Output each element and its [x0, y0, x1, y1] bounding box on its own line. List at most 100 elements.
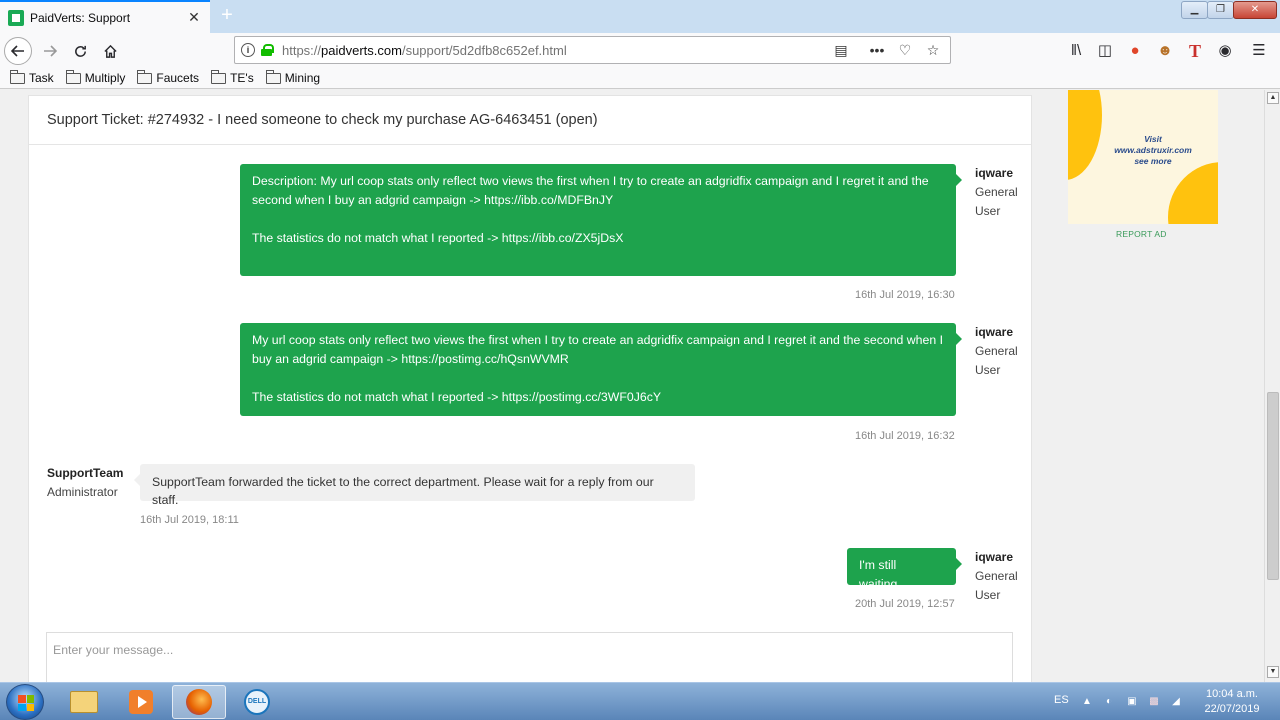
forward-arrow-icon: [44, 45, 57, 57]
bookmarks-toolbar: Task Multiply Faucets TE's Mining: [0, 68, 1280, 89]
extension-t-icon[interactable]: T: [1185, 41, 1205, 61]
bookmark-folder-task[interactable]: Task: [10, 69, 54, 85]
advertisement-banner[interactable]: Visit www.adstruxir.com see more: [1068, 90, 1218, 224]
author-name: iqware: [975, 325, 1014, 339]
message-timestamp: 16th Jul 2019, 18:11: [140, 514, 239, 526]
bookmark-label: Multiply: [84, 71, 126, 85]
bookmark-folder-multiply[interactable]: Multiply: [65, 69, 126, 85]
url-path: /support/5d2dfb8c652ef.html: [401, 42, 567, 58]
message-text: The statistics do not match what I repor…: [252, 389, 662, 404]
secure-lock-icon: [261, 44, 274, 56]
page-actions-icon[interactable]: •••: [866, 42, 888, 58]
tab-close-icon[interactable]: ✕: [186, 9, 202, 26]
pocket-icon[interactable]: ♡: [894, 42, 916, 59]
scrollbar-thumb[interactable]: [1267, 392, 1279, 580]
user-message-bubble: My url coop stats only reflect two views…: [240, 323, 962, 416]
back-button[interactable]: [4, 37, 32, 65]
ad-decoration: [1068, 90, 1102, 180]
author-role: General: [975, 185, 1018, 199]
author-role: User: [975, 363, 1001, 377]
menu-hamburger-icon[interactable]: ☰: [1249, 41, 1269, 61]
page-info-icon[interactable]: i: [241, 43, 255, 57]
user-message-bubble: Description: My url coop stats only refl…: [240, 164, 962, 276]
ad-line: see more: [1134, 156, 1172, 166]
folder-icon: [211, 69, 227, 84]
start-button[interactable]: [6, 684, 44, 720]
message-timestamp: 20th Jul 2019, 12:57: [855, 598, 955, 610]
extension-play-icon[interactable]: ●: [1125, 41, 1145, 61]
admin-author: SupportTeam Administrator: [47, 464, 123, 502]
message-author: iqware General User: [975, 164, 1018, 221]
ticket-header: Support Ticket: #274932 - I need someone…: [29, 96, 1031, 145]
home-icon: [103, 44, 117, 58]
author-name: SupportTeam: [47, 466, 124, 480]
message-timestamp: 16th Jul 2019, 16:30: [855, 289, 955, 301]
sidebar-icon[interactable]: ◫: [1095, 41, 1115, 61]
reader-view-icon[interactable]: ▤: [830, 42, 852, 59]
show-hidden-icons-icon[interactable]: ▲: [1081, 696, 1093, 708]
author-name: iqware: [975, 166, 1014, 180]
folder-icon: [265, 69, 281, 84]
scroll-down-arrow-icon[interactable]: ▼: [1267, 666, 1279, 678]
author-name: iqware: [975, 550, 1014, 564]
message-text: Description: My url coop stats only refl…: [252, 174, 929, 207]
system-clock[interactable]: 10:04 a.m. 22/07/2019: [1192, 687, 1272, 717]
language-indicator[interactable]: ES: [1054, 694, 1069, 706]
firefox-icon: [186, 689, 212, 715]
author-role: User: [975, 588, 1001, 602]
dell-icon: DELL: [244, 689, 270, 715]
folder-icon: [10, 69, 25, 84]
tab-title: PaidVerts: Support: [30, 10, 131, 25]
ad-line: Visit: [1144, 134, 1162, 144]
message-text: The statistics do not match what I repor…: [252, 230, 624, 245]
browser-navbar: i https://paidverts.com/support/5d2dfb8c…: [0, 33, 1280, 68]
tray-app-icon[interactable]: ◐: [1103, 696, 1115, 708]
message-text: My url coop stats only reflect two views…: [252, 333, 944, 366]
bookmark-folder-mining[interactable]: Mining: [265, 69, 320, 85]
page-scrollbar[interactable]: ▲ ▼: [1264, 90, 1280, 682]
forward-button[interactable]: [36, 37, 64, 65]
taskbar-dell[interactable]: DELL: [230, 685, 284, 719]
network-disconnected-icon[interactable]: ▩: [1148, 696, 1160, 708]
bookmark-label: TE's: [230, 71, 254, 85]
admin-message-bubble: SupportTeam forwarded the ticket to the …: [134, 464, 695, 507]
reload-button[interactable]: [66, 37, 94, 65]
media-player-icon: [129, 690, 153, 714]
url-text[interactable]: https://paidverts.com/support/5d2dfb8c65…: [282, 43, 824, 58]
minimize-window-button[interactable]: ▁: [1181, 1, 1208, 19]
url-bar[interactable]: i https://paidverts.com/support/5d2dfb8c…: [234, 36, 951, 64]
message-author: iqware General User: [975, 323, 1018, 380]
author-role: General: [975, 344, 1018, 358]
new-tab-button[interactable]: +: [216, 4, 238, 28]
close-window-button[interactable]: ✕: [1233, 1, 1277, 19]
library-icon[interactable]: ‖\: [1066, 41, 1086, 61]
report-ad-link[interactable]: REPORT AD: [1116, 229, 1167, 239]
bookmark-folder-faucets[interactable]: Faucets: [137, 69, 200, 85]
browser-tab-active[interactable]: PaidVerts: Support ✕: [0, 0, 210, 33]
windows-taskbar: DELL ES ▲ ◐ ▣ ▩ ◢ 10:04 a.m. 22/07/2019: [0, 682, 1280, 720]
tray-device-icon[interactable]: ▣: [1126, 696, 1138, 708]
folder-icon: [137, 69, 153, 84]
volume-icon[interactable]: ◢: [1170, 696, 1182, 708]
account-icon[interactable]: ◉: [1215, 41, 1235, 61]
taskbar-media-player[interactable]: [114, 685, 168, 719]
url-domain: paidverts.com: [321, 42, 402, 58]
taskbar-explorer[interactable]: [57, 685, 111, 719]
taskbar-firefox[interactable]: [172, 685, 226, 719]
message-timestamp: 16th Jul 2019, 16:32: [855, 430, 955, 442]
maximize-window-button[interactable]: ❐: [1207, 1, 1234, 19]
author-role: User: [975, 204, 1001, 218]
bookmark-folder-tes[interactable]: TE's: [211, 69, 254, 85]
windows-logo-icon: [18, 695, 34, 711]
author-role: General: [975, 569, 1018, 583]
clock-time: 10:04 a.m.: [1206, 688, 1258, 700]
bookmark-label: Faucets: [156, 71, 200, 85]
folder-icon: [65, 69, 81, 84]
paidverts-favicon-icon: [8, 9, 24, 26]
home-button[interactable]: [96, 37, 124, 65]
scroll-up-arrow-icon[interactable]: ▲: [1267, 92, 1279, 104]
bookmark-star-icon[interactable]: ☆: [922, 42, 944, 59]
extension-monkey-icon[interactable]: ☻: [1155, 41, 1175, 61]
ad-text: Visit www.adstruxir.com see more: [1098, 134, 1208, 167]
browser-titlebar: PaidVerts: Support ✕ + ▁ ❐ ✕: [0, 0, 1280, 33]
